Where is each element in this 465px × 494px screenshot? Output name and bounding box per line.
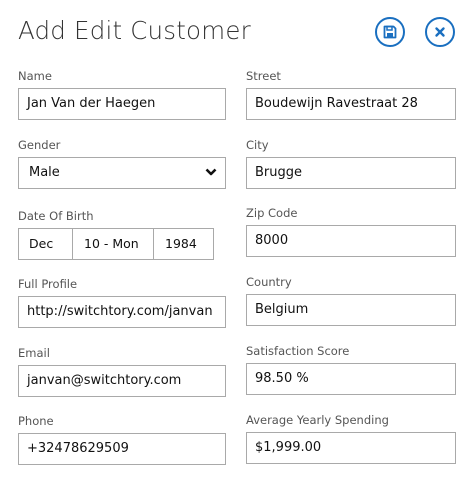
gender-value: Male	[29, 165, 60, 180]
phone-label: Phone	[18, 414, 54, 428]
page-title: Add Edit Customer	[18, 16, 251, 45]
zip-input[interactable]: 8000	[246, 225, 456, 257]
country-group: Country Belgium	[246, 275, 456, 326]
zip-label: Zip Code	[246, 206, 298, 220]
gender-label: Gender	[18, 138, 61, 152]
country-label: Country	[246, 275, 292, 289]
email-label: Email	[18, 346, 50, 360]
save-icon	[383, 25, 397, 39]
zip-group: Zip Code 8000	[246, 206, 456, 257]
spending-input[interactable]: $1,999.00	[246, 432, 456, 464]
email-group: Email janvan@switchtory.com	[18, 346, 226, 397]
country-input[interactable]: Belgium	[246, 294, 456, 326]
spending-group: Average Yearly Spending $1,999.00	[246, 413, 456, 464]
gender-group: Gender Male	[18, 138, 226, 189]
profile-label: Full Profile	[18, 277, 78, 291]
phone-group: Phone +32478629509	[18, 414, 226, 465]
street-group: Street Boudewijn Ravestraat 28	[246, 69, 456, 120]
satisfaction-input[interactable]: 98.50 %	[246, 363, 456, 395]
dob-group: Date Of Birth Dec 10 - Mon 1984	[18, 209, 214, 260]
chevron-down-icon	[205, 168, 217, 176]
satisfaction-group: Satisfaction Score 98.50 %	[246, 344, 456, 395]
profile-group: Full Profile http://switchtory.com/janva…	[18, 277, 226, 328]
dob-label: Date Of Birth	[18, 209, 94, 223]
city-input[interactable]: Brugge	[246, 157, 456, 189]
gender-select[interactable]: Male	[18, 157, 226, 189]
profile-input[interactable]: http://switchtory.com/janvan	[18, 296, 226, 328]
date-of-birth-picker: Dec 10 - Mon 1984	[18, 228, 214, 260]
street-input[interactable]: Boudewijn Ravestraat 28	[246, 88, 456, 120]
name-input[interactable]: Jan Van der Haegen	[18, 88, 226, 120]
satisfaction-label: Satisfaction Score	[246, 344, 350, 358]
dob-day-field[interactable]: Dec	[19, 229, 72, 259]
city-label: City	[246, 138, 269, 152]
close-button[interactable]	[425, 17, 455, 47]
close-icon	[435, 27, 445, 37]
street-label: Street	[246, 69, 281, 83]
save-button[interactable]	[375, 17, 405, 47]
dob-year-field[interactable]: 1984	[153, 229, 213, 259]
dob-month-field[interactable]: 10 - Mon	[72, 229, 153, 259]
name-label: Name	[18, 69, 52, 83]
name-group: Name Jan Van der Haegen	[18, 69, 226, 120]
phone-input[interactable]: +32478629509	[18, 433, 226, 465]
city-group: City Brugge	[246, 138, 456, 189]
spending-label: Average Yearly Spending	[246, 413, 389, 427]
email-input[interactable]: janvan@switchtory.com	[18, 365, 226, 397]
